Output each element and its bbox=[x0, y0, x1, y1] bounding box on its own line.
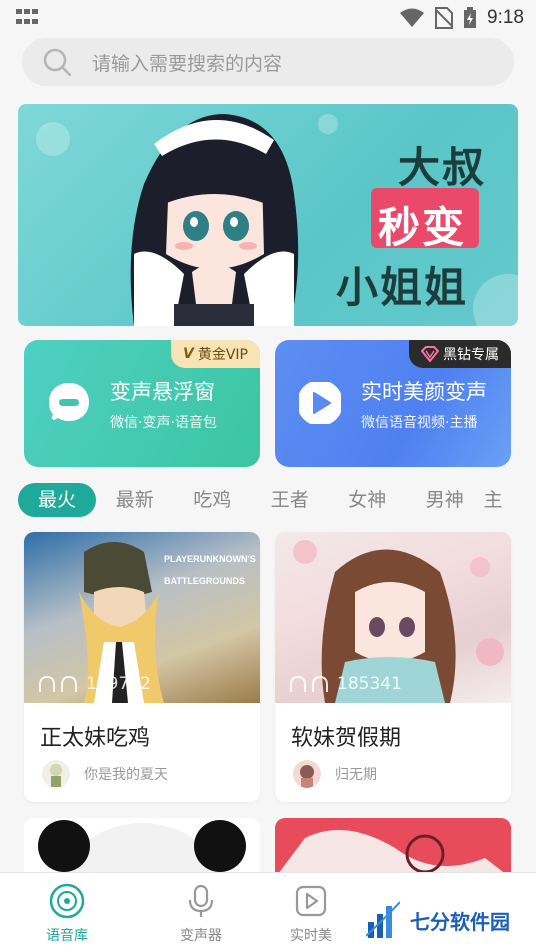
wifi-icon bbox=[400, 8, 425, 27]
vip-v-icon: V bbox=[183, 346, 194, 362]
tab-hottest[interactable]: 最火 bbox=[18, 483, 96, 517]
nav-label: 变声器 bbox=[180, 928, 222, 944]
app-screen: 9:18 请输入需要搜索的内容 大叔 秒变 小姐姐 V 黄金VIP 变声悬浮窗 … bbox=[0, 0, 536, 952]
black-diamond-badge: 黑钻专属 bbox=[409, 340, 511, 368]
tab-pubg[interactable]: 吃鸡 bbox=[174, 483, 252, 517]
tab-goddess[interactable]: 女神 bbox=[329, 483, 407, 517]
category-tabs: 最火 最新 吃鸡 王者 女神 男神 主 bbox=[18, 482, 536, 518]
banner-line-2: 秒变 bbox=[378, 203, 467, 252]
feature-title: 变声悬浮窗 bbox=[110, 380, 215, 404]
anime-girl-illustration bbox=[130, 114, 299, 326]
watermark-logo-icon bbox=[366, 901, 400, 938]
play-count: 189712 bbox=[38, 674, 151, 694]
gold-vip-badge: V 黄金VIP bbox=[171, 340, 260, 368]
no-sim-icon bbox=[435, 7, 454, 29]
feature-title: 实时美颜变声 bbox=[361, 380, 487, 404]
watermark-text: 七分软件园 bbox=[410, 909, 510, 934]
microphone-icon bbox=[188, 884, 214, 917]
video-play-icon bbox=[295, 885, 327, 917]
tab-anchor[interactable]: 主 bbox=[484, 483, 524, 517]
voice-card[interactable]: PLAYERUNKNOWN'S BATTLEGROUNDS 189712 正太妹… bbox=[24, 532, 260, 802]
avatar bbox=[293, 760, 321, 788]
voice-floating-window-card[interactable]: V 黄金VIP 变声悬浮窗 微信·变声·语音包 bbox=[24, 340, 260, 467]
search-icon bbox=[43, 48, 72, 77]
voice-card-title: 正太妹吃鸡 bbox=[40, 726, 151, 751]
voice-card-title: 软妹贺假期 bbox=[291, 726, 402, 751]
diamond-icon bbox=[421, 346, 439, 362]
voice-card-author[interactable]: 归无期 bbox=[293, 760, 377, 788]
nav-voice-library[interactable]: 语音库 bbox=[22, 883, 112, 945]
status-icons: 9:18 bbox=[399, 6, 524, 30]
nav-label: 实时美 bbox=[290, 928, 332, 944]
voice-card-partial[interactable] bbox=[275, 818, 511, 878]
author-name: 归无期 bbox=[335, 767, 377, 783]
feature-subtitle: 微信·变声·语音包 bbox=[110, 415, 217, 431]
status-bar: 9:18 bbox=[0, 0, 536, 36]
cover-caption: PLAYERUNKNOWN'S BATTLEGROUNDS bbox=[164, 554, 256, 586]
app-grid-icon bbox=[16, 9, 38, 27]
search-placeholder: 请输入需要搜索的内容 bbox=[92, 52, 283, 75]
voice-card-author[interactable]: 你是我的夏天 bbox=[42, 760, 168, 788]
tab-newest[interactable]: 最新 bbox=[96, 483, 174, 517]
tab-male-god[interactable]: 男神 bbox=[406, 483, 484, 517]
voice-card-partial[interactable] bbox=[24, 818, 260, 878]
tab-honor-of-kings[interactable]: 王者 bbox=[251, 483, 329, 517]
headphones-icon bbox=[39, 675, 77, 692]
play-count: 185341 bbox=[289, 674, 402, 694]
nav-label: 语音库 bbox=[46, 928, 88, 944]
avatar bbox=[42, 760, 70, 788]
voice-card[interactable]: 185341 软妹贺假期 归无期 bbox=[275, 532, 511, 802]
badge-label: 黄金VIP bbox=[197, 347, 248, 363]
promo-banner[interactable]: 大叔 秒变 小姐姐 bbox=[18, 104, 518, 326]
nav-realtime-beauty[interactable]: 实时美 bbox=[266, 883, 356, 945]
pagination-dot[interactable] bbox=[256, 314, 265, 323]
site-watermark: 七分软件园 bbox=[356, 892, 534, 948]
banner-pagination bbox=[256, 314, 281, 323]
pagination-dot[interactable] bbox=[272, 314, 281, 323]
realtime-beauty-voice-card[interactable]: 黑钻专属 实时美颜变声 微信语音视频·主播 bbox=[275, 340, 511, 467]
voice-library-icon bbox=[49, 883, 85, 919]
feature-subtitle: 微信语音视频·主播 bbox=[361, 415, 478, 431]
battery-charging-icon bbox=[464, 7, 477, 28]
author-name: 你是我的夏天 bbox=[84, 767, 168, 783]
video-play-icon bbox=[299, 382, 341, 424]
headphones-icon bbox=[290, 675, 328, 692]
play-count-value: 185341 bbox=[337, 674, 402, 694]
badge-label: 黑钻专属 bbox=[443, 347, 499, 363]
nav-voice-changer[interactable]: 变声器 bbox=[156, 883, 246, 945]
banner-line-1: 大叔 bbox=[398, 143, 487, 192]
status-time: 9:18 bbox=[487, 7, 524, 28]
chat-bubble-icon bbox=[49, 383, 89, 422]
search-bar[interactable]: 请输入需要搜索的内容 bbox=[22, 38, 514, 86]
play-count-value: 189712 bbox=[86, 674, 151, 694]
banner-line-3: 小姐姐 bbox=[336, 263, 469, 312]
